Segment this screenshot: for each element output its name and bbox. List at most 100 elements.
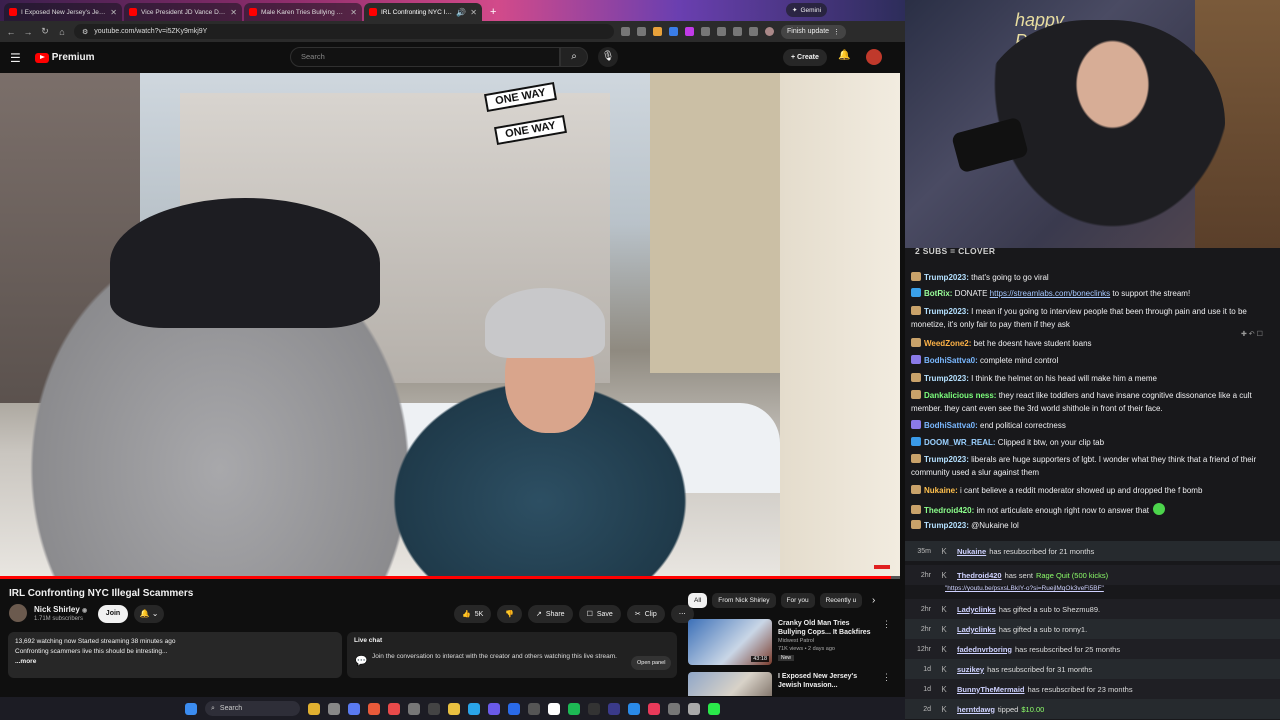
app-icon[interactable] bbox=[348, 702, 360, 715]
gemini-button[interactable]: ✦ Gemini bbox=[786, 3, 828, 17]
taskbar-search[interactable]: ⌕ Search bbox=[205, 701, 300, 716]
recommendation-title[interactable]: Cranky Old Man Tries Bullying Cops... It… bbox=[778, 619, 876, 637]
chip-all[interactable]: All bbox=[688, 593, 708, 608]
app-icon[interactable] bbox=[668, 702, 680, 715]
video-thumbnail[interactable] bbox=[688, 672, 772, 696]
more-dots-icon[interactable]: ⋮ bbox=[882, 619, 891, 665]
back-icon[interactable]: ← bbox=[6, 27, 16, 37]
chrome-icon[interactable] bbox=[368, 702, 380, 715]
app-icon[interactable] bbox=[688, 702, 700, 715]
app-icon[interactable] bbox=[468, 702, 480, 715]
event-username[interactable]: suzikey bbox=[957, 665, 984, 674]
search-icon[interactable]: ⌕ bbox=[560, 47, 588, 67]
app-icon[interactable] bbox=[308, 702, 320, 715]
telegram-icon[interactable] bbox=[508, 702, 520, 715]
task-view-icon[interactable] bbox=[328, 702, 340, 715]
recommendation-item[interactable]: I Exposed New Jersey's Jewish Invasion..… bbox=[688, 672, 888, 696]
profile-icon[interactable] bbox=[765, 27, 774, 36]
event-username[interactable]: BunnyTheMermaid bbox=[957, 685, 1025, 694]
chat-username[interactable]: Nukaine: bbox=[924, 486, 958, 495]
discord-icon[interactable] bbox=[488, 702, 500, 715]
microphone-icon[interactable]: 🎙 bbox=[598, 47, 618, 67]
event-username[interactable]: fadednvrboring bbox=[957, 645, 1012, 654]
event-username[interactable]: Thedroid420 bbox=[957, 571, 1002, 580]
open-panel-button[interactable]: Open panel bbox=[631, 656, 672, 670]
browser-tab[interactable]: Male Karen Tries Bullying Offic ✕ bbox=[244, 3, 362, 21]
save-button[interactable]: ☐ Save bbox=[578, 605, 621, 623]
extension-icon[interactable] bbox=[701, 27, 710, 36]
description-box[interactable]: 13,692 watching now Started streaming 38… bbox=[8, 632, 342, 678]
youtube-logo[interactable]: Premium bbox=[34, 52, 95, 63]
app-icon[interactable] bbox=[628, 702, 640, 715]
address-bar[interactable]: ⚙ youtube.com/watch?v=i5ZKy9mkj9Y bbox=[74, 24, 614, 39]
browser-tab[interactable]: I Exposed New Jersey's Jewish ✕ bbox=[4, 3, 122, 21]
recommendation-title[interactable]: I Exposed New Jersey's Jewish Invasion..… bbox=[778, 672, 876, 690]
chat-username[interactable]: BodhiSattva0: bbox=[924, 356, 978, 365]
chevron-right-icon[interactable]: › bbox=[872, 595, 875, 606]
sidebar-icon[interactable] bbox=[733, 27, 742, 36]
event-username[interactable]: herntdawg bbox=[957, 705, 995, 714]
file-explorer-icon[interactable] bbox=[448, 702, 460, 715]
spotify-icon[interactable] bbox=[568, 702, 580, 715]
app-icon[interactable] bbox=[428, 702, 440, 715]
video-progress-bar[interactable] bbox=[0, 576, 900, 579]
clip-button[interactable]: ✂ Clip bbox=[626, 605, 665, 623]
chat-username[interactable]: Trump2023: bbox=[924, 455, 969, 464]
app-icon[interactable] bbox=[708, 702, 720, 715]
join-button[interactable]: Join bbox=[98, 605, 128, 623]
browser-tab-active[interactable]: IRL Confronting NYC Illega 🔊 ✕ bbox=[364, 3, 482, 21]
chat-username[interactable]: BotRix: bbox=[924, 289, 952, 298]
forward-icon[interactable]: → bbox=[23, 27, 33, 37]
cast-icon[interactable] bbox=[621, 27, 630, 36]
home-icon[interactable]: ⌂ bbox=[57, 27, 67, 37]
event-username[interactable]: Ladyclinks bbox=[957, 625, 996, 634]
obs-icon[interactable] bbox=[588, 702, 600, 715]
message-tools[interactable]: ✚ ↶ ☐ bbox=[1241, 330, 1263, 338]
subscribe-bell-button[interactable]: 🔔 ⌄ bbox=[134, 605, 164, 623]
chat-username[interactable]: Trump2023: bbox=[924, 273, 969, 282]
windows-start-icon[interactable] bbox=[185, 702, 197, 715]
channel-name[interactable]: Nick Shirley ◉ bbox=[34, 605, 87, 614]
bookmark-star-icon[interactable] bbox=[637, 27, 646, 36]
search-input[interactable]: Search bbox=[290, 47, 560, 67]
browser-tab[interactable]: Vice President JD Vance Deliv ✕ bbox=[124, 3, 242, 21]
finish-update-button[interactable]: Finish update ⋮ bbox=[781, 24, 847, 39]
extension-icon[interactable] bbox=[653, 27, 662, 36]
chat-username[interactable]: DOOM_WR_REAL: bbox=[924, 438, 996, 447]
like-button[interactable]: 👍 5K bbox=[454, 605, 492, 623]
video-player[interactable]: ONE WAY ONE WAY bbox=[0, 73, 900, 578]
app-icon[interactable] bbox=[548, 702, 560, 715]
download-icon[interactable] bbox=[749, 27, 758, 36]
app-icon[interactable] bbox=[648, 702, 660, 715]
recommendation-item[interactable]: 43:18 Cranky Old Man Tries Bullying Cops… bbox=[688, 619, 891, 665]
notifications-bell-icon[interactable]: 🔔 bbox=[838, 50, 850, 61]
avatar[interactable] bbox=[866, 49, 882, 65]
event-username[interactable]: Nukaine bbox=[957, 547, 986, 556]
dislike-button[interactable]: 👎 bbox=[497, 605, 522, 623]
close-tab-icon[interactable]: ✕ bbox=[230, 8, 237, 17]
extension-icon[interactable] bbox=[669, 27, 678, 36]
close-tab-icon[interactable]: ✕ bbox=[470, 8, 477, 17]
close-tab-icon[interactable]: ✕ bbox=[110, 8, 117, 17]
close-tab-icon[interactable]: ✕ bbox=[350, 8, 357, 17]
chat-username[interactable]: WeedZone2: bbox=[924, 339, 971, 348]
chat-username[interactable]: Trump2023: bbox=[924, 307, 969, 316]
chip-recently[interactable]: Recently u bbox=[819, 593, 863, 608]
more-dots-icon[interactable]: ⋮ bbox=[882, 672, 888, 696]
new-tab-button[interactable]: + bbox=[484, 6, 502, 21]
site-info-icon[interactable]: ⚙ bbox=[82, 28, 88, 36]
puzzle-icon[interactable] bbox=[717, 27, 726, 36]
chat-username[interactable]: Dankalicious ness: bbox=[924, 391, 996, 400]
hamburger-menu-icon[interactable]: ☰ bbox=[10, 51, 21, 65]
chip-from-channel[interactable]: From Nick Shirley bbox=[712, 593, 776, 608]
chip-for-you[interactable]: For you bbox=[780, 593, 815, 608]
speaker-icon[interactable]: 🔊 bbox=[456, 8, 466, 17]
share-button[interactable]: ↗ Share bbox=[528, 605, 573, 623]
app-icon[interactable] bbox=[528, 702, 540, 715]
channel-avatar[interactable] bbox=[9, 604, 27, 622]
app-icon[interactable] bbox=[608, 702, 620, 715]
show-more-link[interactable]: ...more bbox=[15, 657, 335, 667]
reload-icon[interactable]: ↻ bbox=[40, 26, 50, 37]
app-icon[interactable] bbox=[408, 702, 420, 715]
chat-username[interactable]: Trump2023: bbox=[924, 374, 969, 383]
